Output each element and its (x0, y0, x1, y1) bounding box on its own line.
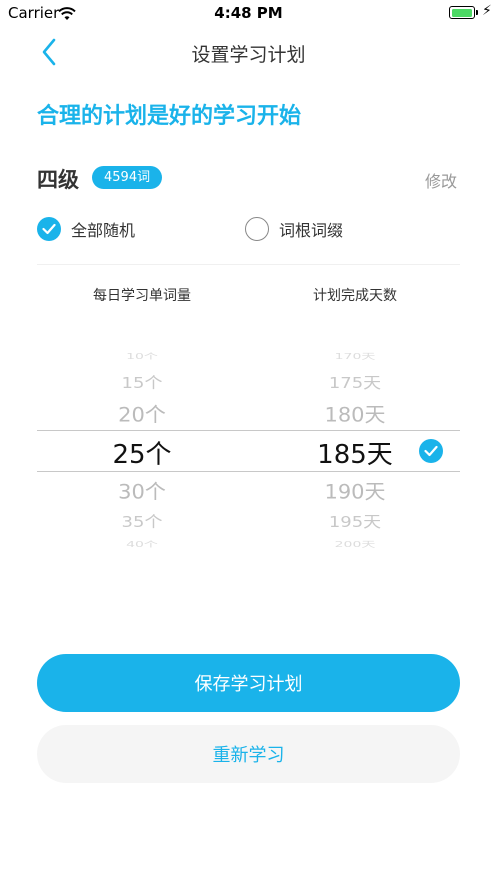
plan-days-option[interactable]: 200天 (255, 539, 455, 550)
plan-days-option[interactable]: 170天 (255, 351, 455, 362)
plan-days-option[interactable]: 180天 (255, 400, 455, 429)
option-root-affix-label: 词根词缀 (279, 221, 344, 240)
divider (37, 264, 460, 265)
checkbox-checked-icon (37, 217, 61, 241)
daily-words-option[interactable]: 40个 (42, 539, 242, 550)
word-count-badge: 4594词 (92, 166, 163, 189)
picker-selection-bottom-line (37, 471, 460, 472)
plan-days-header: 计划完成天数 (313, 288, 397, 304)
save-plan-button[interactable]: 保存学习计划 (37, 654, 460, 712)
edit-button[interactable]: 修改 (425, 168, 457, 192)
plan-days-option[interactable]: 195天 (255, 510, 455, 532)
restart-learning-button[interactable]: 重新学习 (37, 725, 460, 783)
daily-words-option[interactable]: 15个 (42, 371, 242, 393)
option-root-affix[interactable]: 词根词缀 (245, 216, 343, 242)
option-random[interactable]: 全部随机 (37, 216, 135, 242)
picker-selection-top-line (37, 430, 460, 431)
daily-words-option[interactable]: 20个 (42, 400, 242, 429)
level-name: 四级 (37, 168, 79, 192)
plan-days-option[interactable]: 175天 (255, 371, 455, 393)
daily-words-selected[interactable]: 25个 (42, 434, 242, 471)
headline: 合理的计划是好的学习开始 (37, 104, 302, 129)
page-title: 设置学习计划 (191, 44, 306, 66)
plan-days-option[interactable]: 190天 (255, 477, 455, 506)
battery-cap (476, 10, 478, 15)
status-time: 4:48 PM (214, 4, 283, 22)
daily-words-option[interactable]: 35个 (42, 510, 242, 532)
daily-words-option[interactable]: 10个 (42, 351, 242, 362)
selected-check-icon (419, 439, 443, 463)
charging-icon: ⚡ (482, 3, 492, 19)
option-random-label: 全部随机 (71, 221, 136, 240)
daily-words-header: 每日学习单词量 (93, 288, 191, 304)
battery-icon (449, 6, 475, 19)
daily-words-option[interactable]: 30个 (42, 477, 242, 506)
checkbox-unchecked-icon (245, 217, 269, 241)
